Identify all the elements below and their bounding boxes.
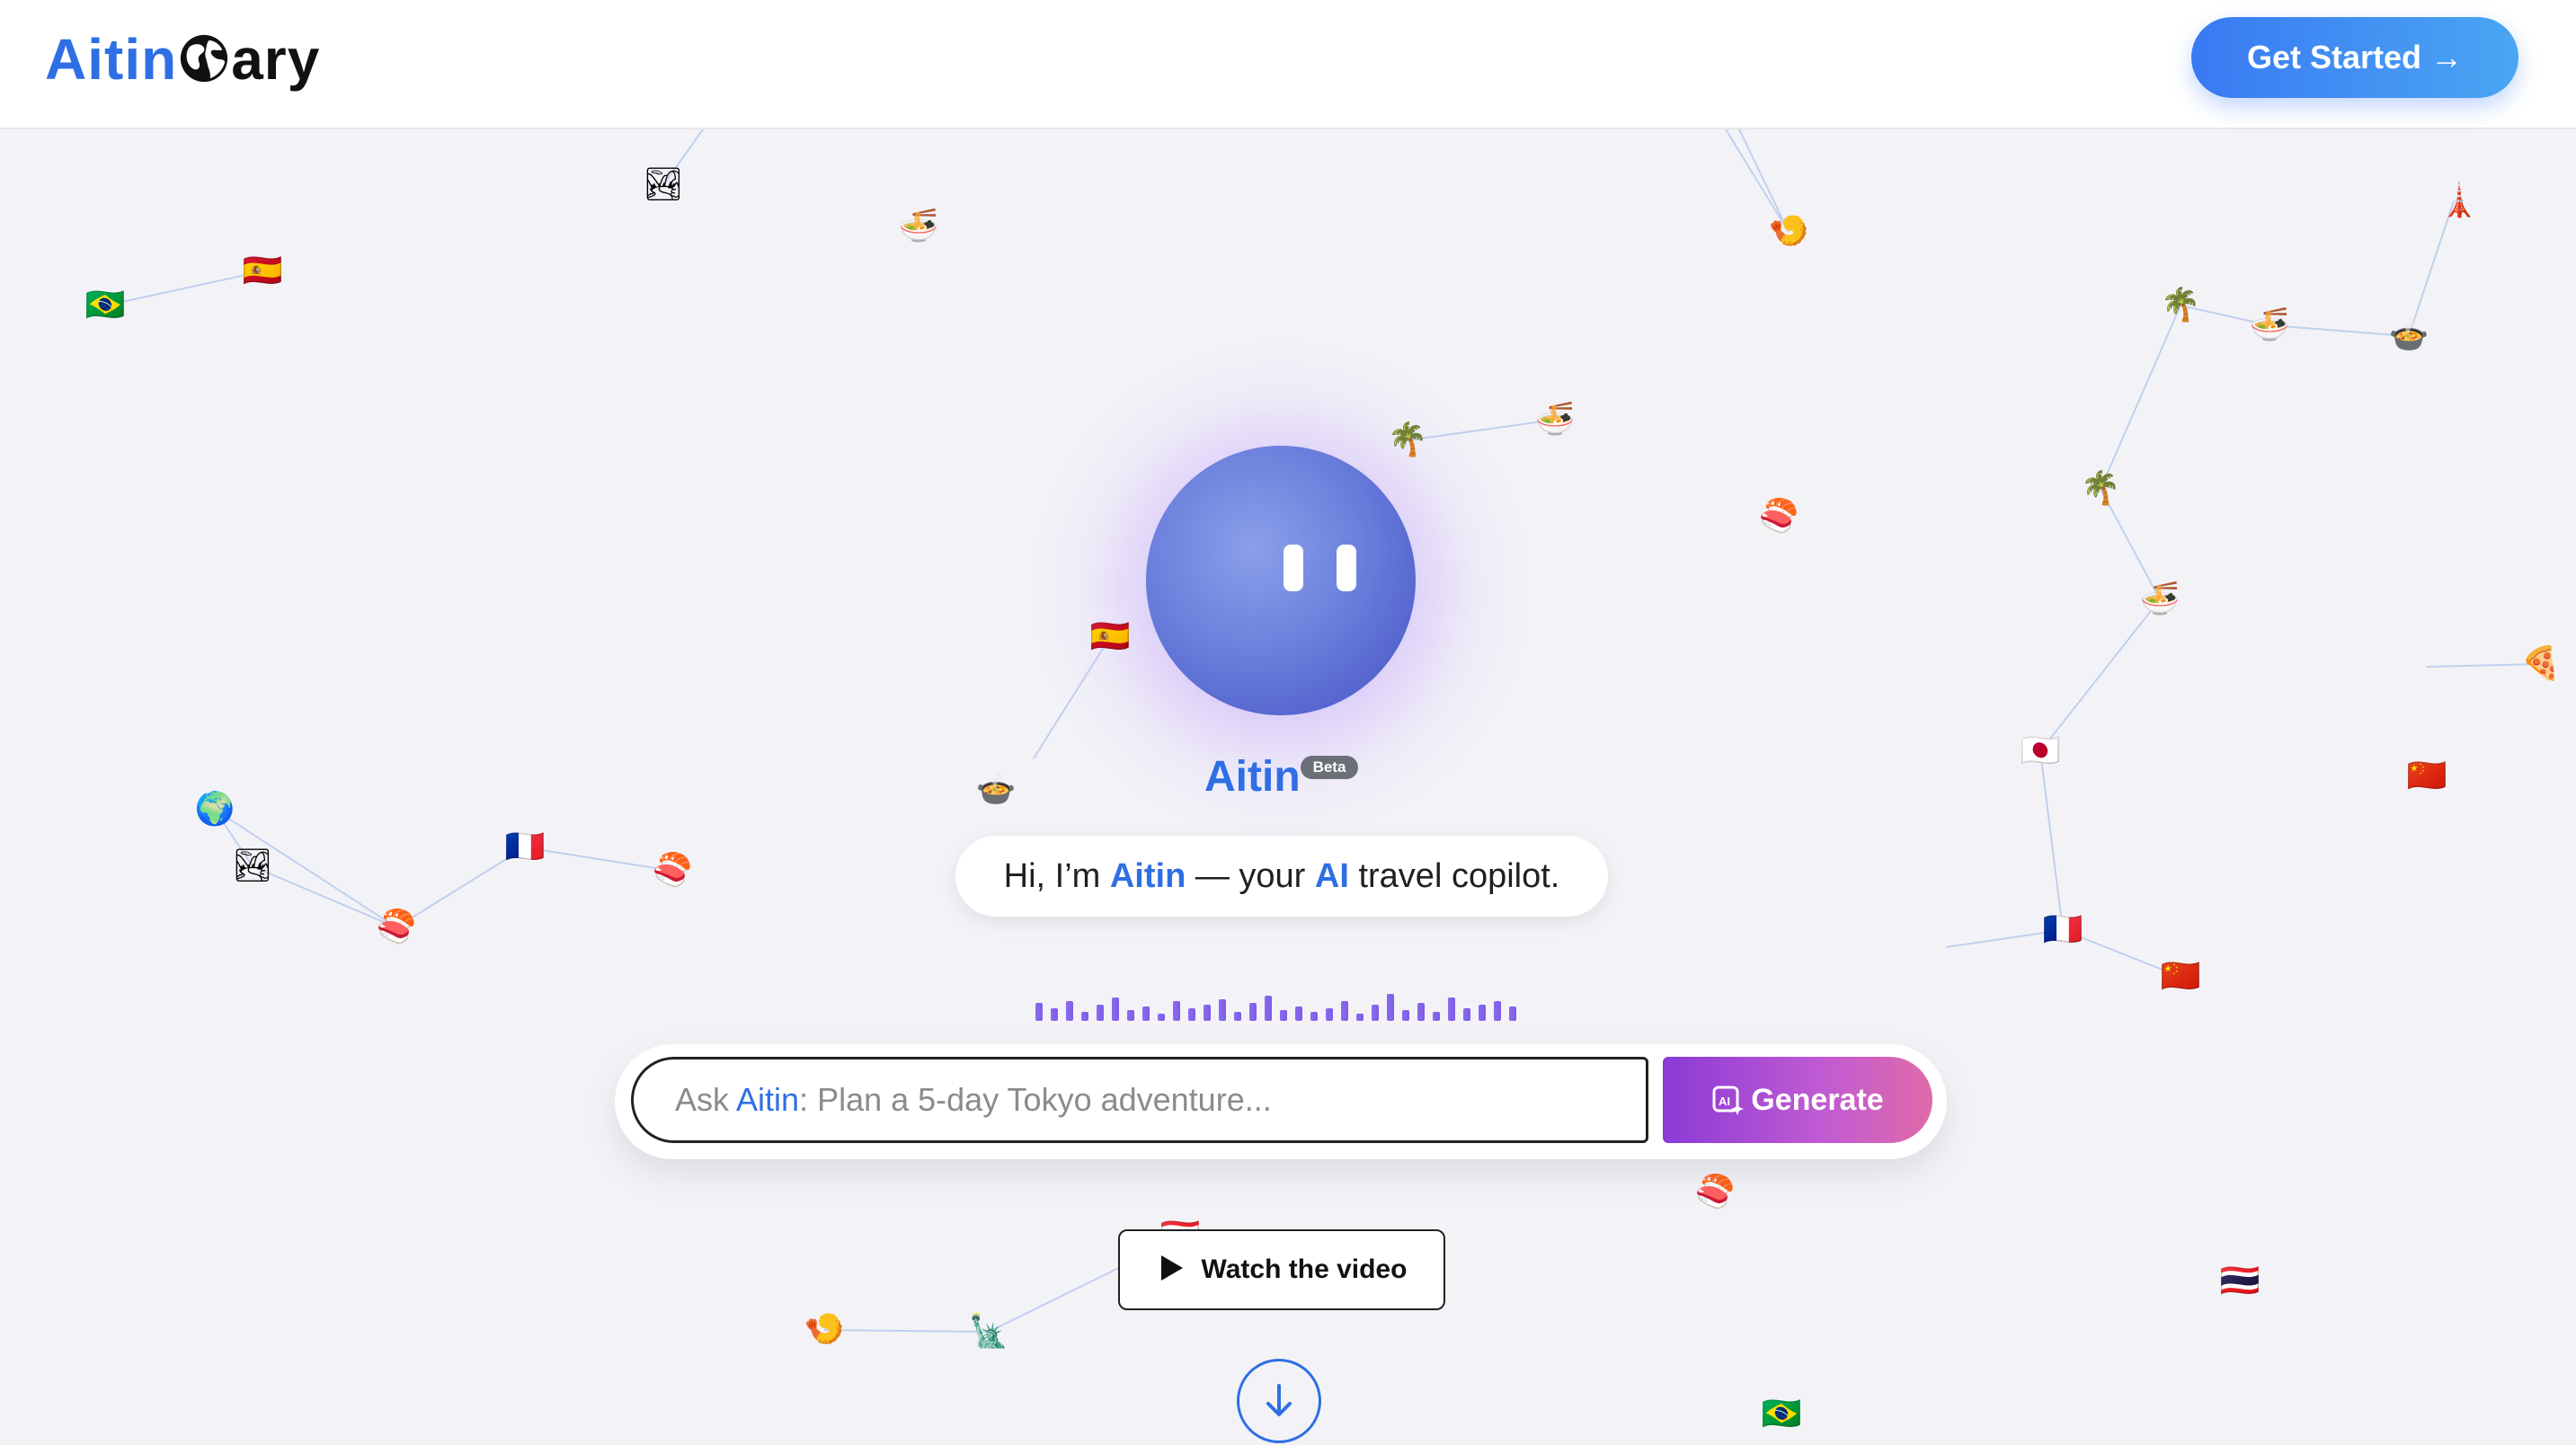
waveform-bar [1188, 1008, 1195, 1021]
waveform-bar [1402, 1010, 1409, 1021]
waveform-bar [1081, 1012, 1088, 1021]
arrow-down-icon [1266, 1384, 1292, 1416]
statue-of-liberty-icon: 🗽 [968, 1313, 1009, 1350]
pizza-icon: 🍕 [2520, 645, 2562, 682]
logo[interactable]: Aitin ary [45, 23, 320, 95]
globe-icon [181, 34, 228, 83]
palm-tree-icon: 🌴 [1387, 421, 1428, 458]
assistant-name: Aitin [1204, 753, 1301, 801]
waveform-bar [1494, 1001, 1501, 1021]
waveform-bar [1356, 1014, 1364, 1021]
waveform-bar [1051, 1008, 1058, 1021]
beta-badge: Beta [1301, 756, 1358, 779]
france-flag-icon: 🇫🇷 [2042, 911, 2083, 948]
waveform-bar [1479, 1005, 1486, 1021]
waveform-bar [1066, 1001, 1073, 1021]
greeting-name: Aitin [1109, 857, 1186, 895]
ai-generate-icon: AI [1712, 1086, 1745, 1115]
waveform-bar [1234, 1012, 1241, 1021]
sushi-icon: 🍣 [1758, 498, 1799, 535]
shrimp-icon: 🍤 [1768, 213, 1809, 250]
waveform-bar [1463, 1008, 1470, 1021]
play-icon [1160, 1255, 1183, 1281]
china-flag-icon: 🇨🇳 [2406, 758, 2447, 794]
noodles-icon: 🍜 [1534, 401, 1576, 438]
voice-waveform [1035, 994, 1516, 1021]
waveform-bar [1035, 1003, 1043, 1021]
waveform-bar [1433, 1012, 1440, 1021]
waveform-bar [1387, 994, 1394, 1021]
waveform-bar [1326, 1008, 1333, 1021]
waveform-bar [1142, 1006, 1150, 1021]
aitin-avatar[interactable] [1146, 446, 1416, 715]
waveform-bar [1204, 1005, 1211, 1021]
avatar-left-eye [1284, 545, 1303, 591]
earth-globe-icon: 🌍 [194, 791, 235, 828]
palm-tree-icon: 🌴 [2080, 470, 2121, 507]
greeting-bubble: Hi, I’m Aitin — your AI travel copilot. [955, 836, 1608, 917]
waveform-bar [1265, 996, 1272, 1021]
waveform-bar [1280, 1010, 1287, 1021]
waveform-bar [1173, 1001, 1180, 1021]
noodles-icon: 🍜 [2249, 306, 2290, 343]
waveform-bar [1219, 999, 1226, 1021]
watch-video-label: Watch the video [1201, 1254, 1408, 1284]
brazil-flag-icon: 🇧🇷 [84, 287, 126, 324]
tower-icon: 🗼 [2438, 182, 2480, 219]
landscape-icon: 🏞 [643, 166, 684, 203]
waveform-bar [1310, 1012, 1318, 1021]
noodles-icon: 🍜 [898, 208, 939, 244]
get-started-button[interactable]: Get Started → [2191, 17, 2518, 98]
avatar-right-eye [1337, 545, 1356, 591]
waveform-bar [1112, 997, 1119, 1021]
waveform-bar [1127, 1010, 1134, 1021]
waveform-bar [1372, 1005, 1379, 1021]
thailand-flag-icon: 🇹🇭 [2219, 1263, 2261, 1299]
shrimp-icon: 🍤 [804, 1311, 845, 1348]
sushi-icon: 🍣 [376, 909, 417, 945]
waveform-bar [1097, 1005, 1104, 1021]
greeting-text-mid: — your [1186, 857, 1315, 895]
food-bowl-icon: 🍲 [2388, 317, 2429, 354]
scroll-down-button[interactable] [1237, 1359, 1321, 1443]
brazil-flag-icon: 🇧🇷 [1761, 1396, 1802, 1432]
sushi-icon: 🍣 [1694, 1174, 1736, 1210]
palm-tree-icon: 🌴 [2160, 287, 2201, 324]
logo-text-ary: ary [231, 27, 321, 92]
prompt-bar: Ask Aitin: Plan a 5-day Tokyo adventure.… [615, 1044, 1947, 1159]
greeting-text-start: Hi, I’m [1003, 857, 1110, 895]
watch-video-button[interactable]: Watch the video [1118, 1229, 1445, 1310]
food-bowl-icon: 🍲 [975, 771, 1017, 808]
prompt-placeholder-text: : Plan a 5-day Tokyo adventure... [799, 1081, 1272, 1118]
site-header: Aitin ary Get Started → [0, 0, 2576, 129]
spain-flag-icon: 🇪🇸 [1089, 618, 1131, 655]
landscape-icon: 🏞 [232, 847, 273, 884]
generate-label: Generate [1751, 1083, 1884, 1117]
sushi-icon: 🍣 [652, 852, 693, 889]
china-flag-icon: 🇨🇳 [2160, 958, 2201, 995]
hero-section: 🇧🇷 🇪🇸 🏞 🍜 🍤 🗼 🌴 🍜 🍲 🌴 🍜 🍣 🌴 🍜 🇪🇸 🍕 🇯🇵 🇨🇳… [0, 129, 2576, 1445]
svg-text:AI: AI [1719, 1095, 1730, 1108]
greeting-text-end: travel copilot. [1348, 857, 1560, 895]
prompt-input[interactable]: Ask Aitin: Plan a 5-day Tokyo adventure.… [631, 1057, 1648, 1143]
noodles-icon: 🍜 [2139, 581, 2181, 617]
generate-button[interactable]: AI Generate [1663, 1057, 1932, 1143]
waveform-bar [1448, 997, 1455, 1021]
waveform-bar [1341, 1001, 1348, 1021]
waveform-bar [1249, 1003, 1257, 1021]
france-flag-icon: 🇫🇷 [504, 829, 546, 865]
prompt-placeholder-name: Aitin [736, 1081, 800, 1118]
waveform-bar [1158, 1014, 1165, 1021]
japan-flag-icon: 🇯🇵 [2020, 732, 2061, 769]
waveform-bar [1295, 1006, 1302, 1021]
waveform-bar [1509, 1006, 1516, 1021]
spain-flag-icon: 🇪🇸 [242, 253, 283, 289]
greeting-ai: AI [1314, 857, 1349, 895]
waveform-bar [1417, 1003, 1425, 1021]
logo-text-aitin: Aitin [45, 27, 178, 92]
prompt-placeholder-prefix: Ask [675, 1081, 737, 1118]
